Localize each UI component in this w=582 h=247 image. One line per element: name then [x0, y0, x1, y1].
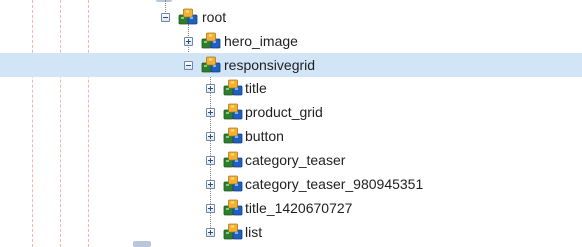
tree-node-label[interactable]: title: [245, 76, 267, 100]
tree-row-product-grid[interactable]: product_grid: [0, 100, 582, 124]
partial-node-icon: [156, 0, 172, 2]
tree-node-label[interactable]: root: [202, 5, 226, 29]
component-node-icon: [223, 79, 243, 97]
expand-icon[interactable]: [206, 228, 215, 237]
tree-node-label[interactable]: category_teaser_980945351: [245, 172, 423, 196]
tree-node-label[interactable]: list: [245, 220, 262, 244]
expand-icon[interactable]: [206, 204, 215, 213]
expand-icon[interactable]: [206, 156, 215, 165]
expand-icon[interactable]: [184, 37, 193, 46]
tree-row-category-teaser[interactable]: category_teaser: [0, 148, 582, 172]
tree-node-label[interactable]: category_teaser: [245, 148, 345, 172]
tree-node-label[interactable]: responsivegrid: [224, 53, 315, 77]
expand-icon[interactable]: [206, 132, 215, 141]
tree-node-label[interactable]: button: [245, 124, 284, 148]
component-node-icon: [178, 8, 198, 26]
expand-icon[interactable]: [206, 108, 215, 117]
tree-row-category-teaser-980945351[interactable]: category_teaser_980945351: [0, 172, 582, 196]
collapse-icon[interactable]: [161, 13, 170, 22]
tree-node-label[interactable]: product_grid: [245, 100, 323, 124]
component-node-icon: [223, 103, 243, 121]
tree-row-root[interactable]: root: [0, 5, 582, 29]
tree-row-title[interactable]: title: [0, 76, 582, 100]
component-node-icon: [223, 199, 243, 217]
tree-row-hero-image[interactable]: hero_image: [0, 29, 582, 53]
component-node-icon: [223, 223, 243, 241]
tree-node-label[interactable]: hero_image: [224, 29, 298, 53]
component-node-icon: [223, 175, 243, 193]
tree-row-button[interactable]: button: [0, 124, 582, 148]
collapse-icon[interactable]: [184, 61, 193, 70]
tree-node-label[interactable]: title_1420670727: [245, 196, 352, 220]
expand-icon[interactable]: [206, 84, 215, 93]
component-node-icon: [223, 127, 243, 145]
tree-row-title-1420670727[interactable]: title_1420670727: [0, 196, 582, 220]
component-node-icon: [201, 56, 221, 74]
component-node-icon: [223, 151, 243, 169]
tree-row-responsivegrid[interactable]: responsivegrid: [0, 53, 582, 77]
expand-icon[interactable]: [206, 180, 215, 189]
tree-row-list[interactable]: list: [0, 220, 582, 244]
component-node-icon: [201, 32, 221, 50]
